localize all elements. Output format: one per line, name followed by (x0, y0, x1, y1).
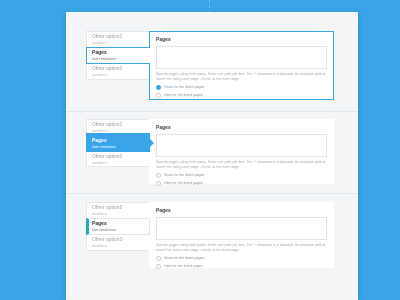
radio-label: Show for the listed pages (164, 84, 205, 89)
radio-hide-listed-pages[interactable]: Hide for the listed pages (156, 180, 327, 186)
tab-panel-pages: Pages Specify pages using their paths. E… (149, 119, 334, 186)
help-text: Specify pages using their paths. Enter o… (156, 72, 326, 81)
vertical-tab-list: Other option2 sustitled Pages Not restri… (86, 31, 151, 80)
tab-other-option2[interactable]: Other option2 sustitled (86, 202, 150, 219)
vertical-tab-list: Other option2 sustitled Pages Not restri… (86, 119, 154, 167)
radio-label: Hide for the listed pages (164, 92, 203, 97)
radio-label: Hide for the listed pages (164, 263, 203, 268)
tab-subtitle: sustitled (92, 160, 107, 165)
panel-title: Pages (156, 37, 171, 43)
tab-subtitle: sustitled (92, 40, 107, 45)
tab-other-option3[interactable]: Other option3 sustitled (86, 151, 150, 167)
radio-hide-listed-pages[interactable]: Hide for the listed pages (156, 92, 327, 98)
help-text: Specify pages using their paths. Enter o… (156, 160, 326, 169)
radio-show-listed-pages[interactable]: Show for the listed pages (156, 84, 327, 90)
section-divider (66, 111, 358, 112)
radio-hide-listed-pages[interactable]: Hide for the listed pages (156, 263, 327, 269)
radio-label: Show for the listed pages (164, 172, 205, 177)
tab-subtitle: Not restricted (92, 144, 116, 149)
tab-other-option2[interactable]: Other option2 sustitled (86, 119, 150, 134)
tab-subtitle: Not restricted (92, 227, 116, 232)
radio-unselected-icon[interactable] (156, 172, 161, 178)
tab-subtitle: sustitled (92, 243, 107, 248)
radio-show-listed-pages[interactable]: Show for the listed pages (156, 255, 327, 261)
tab-panel-pages: Pages Specify pages using their paths. E… (149, 202, 334, 269)
tab-panel-pages: Pages Specify pages using their paths. E… (149, 31, 334, 100)
pages-textarea[interactable] (156, 217, 327, 240)
radio-selected-icon[interactable] (156, 84, 161, 90)
tab-other-option2[interactable]: Other option2 sustitled (86, 31, 150, 48)
panel-title: Pages (156, 208, 171, 214)
panel-title: Pages (156, 125, 171, 131)
tab-other-option3[interactable]: Other option3 sustitled (86, 234, 150, 251)
pages-textarea[interactable] (156, 46, 327, 69)
tab-subtitle: sustitled (92, 72, 107, 77)
radio-label: Show for the listed pages (164, 255, 205, 260)
radio-unselected-icon[interactable] (156, 180, 161, 186)
tab-subtitle: Not restricted (92, 56, 116, 61)
tab-subtitle: sustitled (92, 211, 107, 216)
radio-unselected-icon[interactable] (156, 263, 161, 269)
tab-pages[interactable]: Pages Not restricted (86, 133, 154, 152)
radio-unselected-icon[interactable] (156, 92, 161, 98)
radio-show-listed-pages[interactable]: Show for the listed pages (156, 172, 327, 178)
tab-pages[interactable]: Pages Not restricted (86, 47, 151, 64)
pages-textarea[interactable] (156, 134, 327, 157)
vertical-tab-list: Other option2 sustitled Pages Not restri… (86, 202, 150, 251)
tab-pages[interactable]: Pages Not restricted (86, 218, 150, 235)
radio-label: Hide for the listed pages (164, 180, 203, 185)
section-divider (66, 193, 358, 194)
settings-sheet: Other option2 sustitled Pages Not restri… (66, 12, 358, 300)
help-text: Specify pages using their paths. Enter o… (156, 243, 326, 252)
tab-other-option3[interactable]: Other option3 sustitled (86, 63, 150, 80)
radio-unselected-icon[interactable] (156, 255, 161, 261)
